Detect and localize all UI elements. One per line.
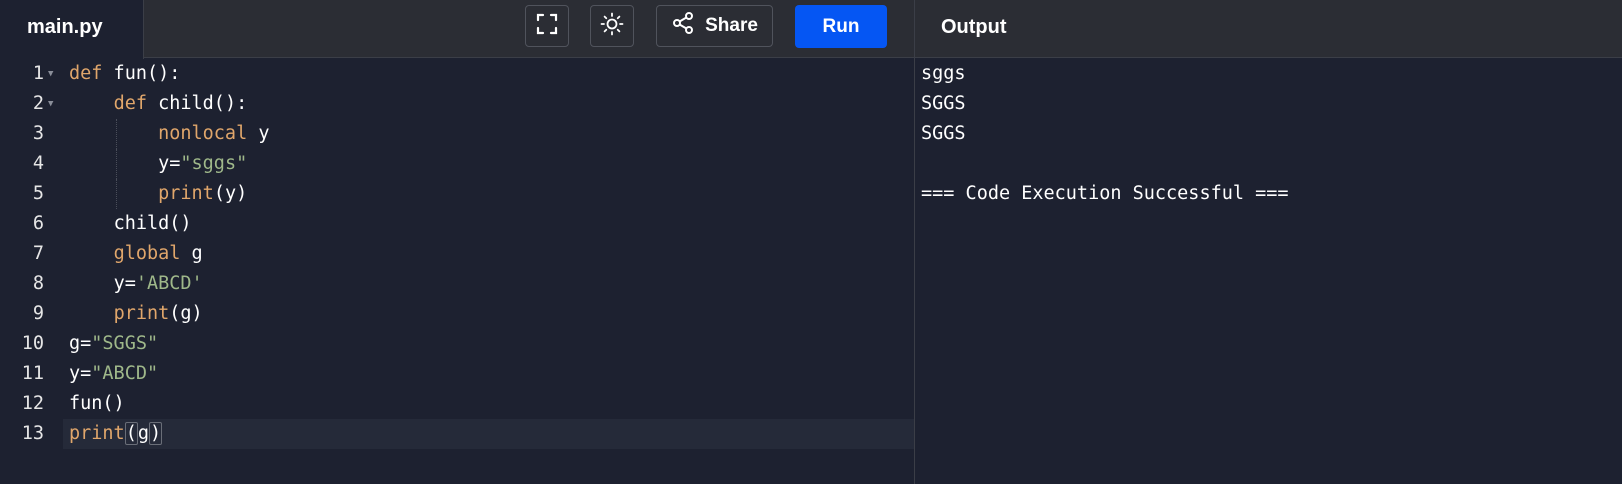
code-text: print(g)	[69, 419, 163, 449]
code-line-active[interactable]: 13 print(g)	[22, 419, 914, 449]
code-keyword: global	[113, 243, 181, 264]
code-token: y=	[69, 363, 92, 384]
output-line: === Code Execution Successful ===	[921, 183, 1289, 204]
code-keyword: def	[69, 63, 103, 84]
code-keyword: nonlocal	[158, 123, 248, 144]
line-number: 1	[32, 63, 44, 84]
line-number: 5	[32, 183, 44, 204]
fold-arrow-icon[interactable]: ▼	[48, 59, 53, 89]
code-line[interactable]: 8 y='ABCD'	[0, 269, 914, 299]
code-text: y='ABCD'	[69, 269, 203, 299]
code-text: g="SGGS"	[69, 329, 158, 359]
code-token: g	[137, 423, 149, 444]
panel-divider[interactable]	[914, 0, 915, 484]
line-number: 2	[32, 93, 44, 114]
code-token: fun()	[69, 393, 125, 414]
code-text: print(y)	[69, 179, 247, 209]
code-line[interactable]: 9 print(g)	[0, 299, 914, 329]
line-number: 4	[32, 153, 44, 174]
code-text: child()	[69, 209, 192, 239]
theme-toggle-button[interactable]	[590, 5, 634, 47]
code-token: fun():	[102, 63, 181, 84]
fullscreen-button[interactable]	[525, 5, 569, 47]
code-keyword: print	[69, 423, 125, 444]
code-token: g	[180, 243, 203, 264]
top-toolbar: main.py Share Run Output	[0, 0, 1622, 59]
code-text: def child():	[69, 89, 248, 119]
code-string: "SGGS"	[91, 333, 159, 354]
line-number: 10	[21, 333, 44, 354]
fold-arrow-icon[interactable]: ▼	[48, 89, 53, 119]
code-string: "ABCD"	[91, 363, 159, 384]
code-token: g=	[69, 333, 92, 354]
code-keyword: print	[113, 303, 170, 324]
line-number: 11	[21, 363, 44, 384]
file-tab-main-py[interactable]: main.py	[0, 0, 144, 59]
code-token: y=	[113, 273, 136, 294]
code-line[interactable]: 11 y="ABCD"	[0, 359, 914, 389]
code-line[interactable]: 6 child()	[0, 209, 914, 239]
code-line[interactable]: 10 g="SGGS"	[0, 329, 914, 359]
code-text: nonlocal y	[69, 119, 270, 149]
line-number: 7	[32, 243, 44, 264]
share-label: Share	[705, 15, 758, 36]
sun-icon	[600, 12, 624, 41]
output-console: sggs SGGS SGGS === Code Execution Successfu…	[921, 59, 1611, 209]
compiler-window: main.py Share Run Output 1 ▼ def fun(): …	[0, 0, 1622, 484]
run-button[interactable]: Run	[795, 5, 887, 48]
share-icon	[671, 11, 695, 41]
code-keyword: def	[113, 93, 147, 114]
code-line[interactable]: 5 print(y)	[0, 179, 914, 209]
code-line[interactable]: 1 ▼ def fun():	[0, 59, 914, 89]
line-number: 12	[21, 393, 44, 414]
output-panel-title: Output	[941, 16, 1007, 38]
code-token: child():	[146, 93, 248, 114]
line-number: 8	[32, 273, 44, 294]
code-token: y=	[158, 153, 181, 174]
code-line[interactable]: 4 y="sggs"	[0, 149, 914, 179]
code-token: y	[247, 123, 270, 144]
code-line[interactable]: 12 fun()	[0, 389, 914, 419]
code-string: "sggs"	[180, 153, 248, 174]
code-editor[interactable]: 1 ▼ def fun(): 2 ▼ def child(): 3 nonlocal y4…	[0, 59, 914, 484]
code-text: def fun():	[69, 59, 180, 89]
code-token: child()	[113, 213, 192, 234]
code-line[interactable]: 7 global g	[0, 239, 914, 269]
line-number: 3	[32, 123, 44, 144]
line-number: 13	[21, 423, 44, 444]
code-text: print(g)	[69, 299, 203, 329]
code-keyword: print	[158, 183, 214, 204]
code-token: (g)	[169, 303, 203, 324]
share-button[interactable]: Share	[656, 5, 773, 47]
output-line: SGGS	[921, 123, 966, 144]
output-line: sggs	[921, 63, 966, 84]
code-token: )	[148, 422, 163, 445]
code-text: global g	[69, 239, 203, 269]
code-text: y="ABCD"	[69, 359, 158, 389]
code-line[interactable]: 2 ▼ def child():	[0, 89, 914, 119]
fullscreen-icon	[536, 13, 558, 40]
output-line: SGGS	[921, 93, 966, 114]
line-number: 6	[32, 213, 44, 234]
code-text: fun()	[69, 389, 125, 419]
code-line[interactable]: 3 nonlocal y	[0, 119, 914, 149]
code-text: y="sggs"	[69, 149, 247, 179]
code-token: (	[124, 422, 138, 445]
code-string: 'ABCD'	[135, 273, 203, 294]
code-token: (y)	[213, 183, 248, 204]
line-number: 9	[32, 303, 44, 324]
